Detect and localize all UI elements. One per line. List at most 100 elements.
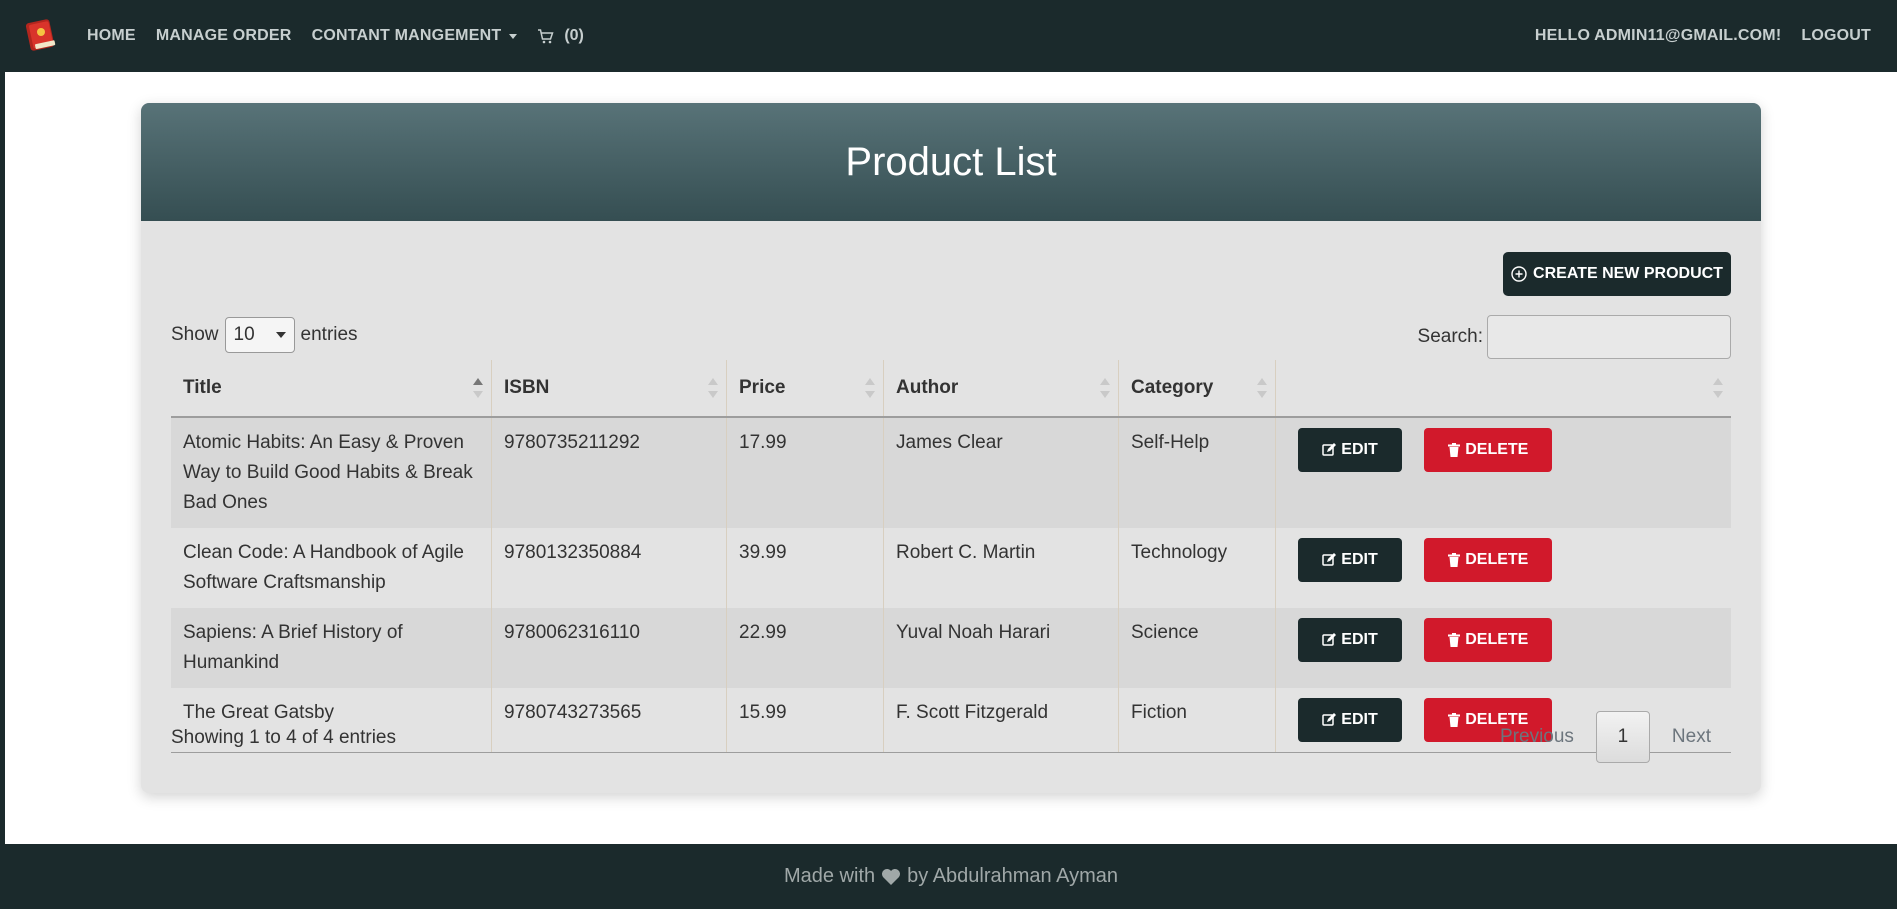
cell-isbn: 9780062316110 [491,608,727,688]
edit-button[interactable]: EDIT [1298,618,1402,662]
chevron-down-icon [509,33,518,39]
create-new-product-label: CREATE NEW PRODUCT [1533,265,1723,282]
column-header-label: Category [1131,377,1214,398]
edit-icon [1322,443,1337,456]
column-header-label: Price [739,377,786,398]
nav-manage-order[interactable]: MANAGE ORDER [156,27,292,45]
trash-icon [1448,633,1461,647]
delete-button[interactable]: DELETE [1424,538,1553,582]
previous-page-button[interactable]: Previous [1500,726,1574,748]
entries-label: entries [300,324,358,345]
product-list-card: Product List CREATE NEW PRODUCT Show 10 … [141,103,1761,793]
entries-select-value: 10 [233,324,255,345]
next-page-button[interactable]: Next [1672,726,1711,748]
chevron-down-icon [275,332,286,338]
sort-icon [1100,378,1110,398]
cell-price: 39.99 [726,528,884,608]
cell-title: Sapiens: A Brief History of Humankind [171,608,492,688]
column-header-label: Author [896,377,959,398]
column-header-author[interactable]: Author [883,360,1119,418]
sort-icon [1257,378,1267,398]
cell-category: Fiction [1118,688,1276,753]
cell-actions: EDIT DELETE [1275,608,1731,688]
table-row: Atomic Habits: An Easy & Proven Way to B… [171,417,1731,528]
column-header-label: ISBN [504,377,550,398]
delete-label: DELETE [1465,631,1529,648]
entries-length-control: Show 10 entries [171,317,358,353]
sort-icon [708,378,718,398]
edit-label: EDIT [1341,551,1378,568]
cell-price: 22.99 [726,608,884,688]
trash-icon [1448,443,1461,457]
cell-actions: EDIT DELETE [1275,528,1731,608]
nav-right: HELLO ADMIN11@GMAIL.COM! LOGOUT [1515,27,1897,45]
cell-category: Science [1118,608,1276,688]
edit-icon [1322,553,1337,566]
edit-label: EDIT [1341,441,1378,458]
footer: Made with by Abdulrahman Ayman [5,844,1897,909]
delete-button[interactable]: DELETE [1424,428,1553,472]
book-icon[interactable] [21,16,61,56]
table-row: Clean Code: A Handbook of Agile Software… [171,528,1731,608]
sort-icon [1713,378,1723,398]
cell-author: F. Scott Fitzgerald [883,688,1119,753]
table-header-row: Title ISBN Price Author Category [171,360,1731,418]
delete-label: DELETE [1465,441,1529,458]
cell-actions: EDIT DELETE [1275,417,1731,528]
column-header-price[interactable]: Price [726,360,884,418]
column-header-title[interactable]: Title [171,360,492,418]
product-table: Title ISBN Price Author Category Atomic … [171,360,1731,753]
cart-icon [538,28,554,43]
show-label: Show [171,324,219,345]
logout-link[interactable]: LOGOUT [1801,27,1871,45]
table-row: The Great Gatsby 9780743273565 15.99 F. … [171,688,1731,753]
column-header-category[interactable]: Category [1118,360,1276,418]
create-new-product-button[interactable]: CREATE NEW PRODUCT [1503,252,1731,296]
edit-icon [1322,713,1337,726]
cell-title: Clean Code: A Handbook of Agile Software… [171,528,492,608]
card-header: Product List [141,103,1761,221]
search-control: Search: [1418,315,1731,359]
page-1-button[interactable]: 1 [1595,711,1650,763]
cell-category: Technology [1118,528,1276,608]
search-input[interactable] [1487,315,1731,359]
edit-button[interactable]: EDIT [1298,428,1402,472]
cell-category: Self-Help [1118,417,1276,528]
cell-title: Atomic Habits: An Easy & Proven Way to B… [171,417,492,528]
edit-button[interactable]: EDIT [1298,538,1402,582]
cell-price: 17.99 [726,417,884,528]
page-title: Product List [845,139,1057,184]
sort-icon [473,378,483,398]
search-label: Search: [1417,326,1483,347]
sort-icon [865,378,875,398]
cell-price: 15.99 [726,688,884,753]
table-row: Sapiens: A Brief History of Humankind 97… [171,608,1731,688]
cell-isbn: 9780743273565 [491,688,727,753]
edit-button[interactable]: EDIT [1298,698,1402,742]
nav-content-management-dropdown[interactable]: CONTANT MANGEMENT [312,27,518,45]
column-header-actions[interactable] [1275,360,1731,418]
column-header-isbn[interactable]: ISBN [491,360,727,418]
heart-icon [882,868,901,885]
delete-button[interactable]: DELETE [1424,618,1553,662]
edit-icon [1322,633,1337,646]
user-greeting[interactable]: HELLO ADMIN11@GMAIL.COM! [1535,27,1781,45]
trash-icon [1448,553,1461,567]
entries-select[interactable]: 10 [224,317,295,353]
footer-text-after: by Abdulrahman Ayman [907,865,1119,887]
column-header-label: Title [183,377,222,398]
pagination: Previous 1 Next [1500,711,1731,763]
navbar: HOME MANAGE ORDER CONTANT MANGEMENT (0) … [5,0,1897,72]
trash-icon [1448,713,1461,727]
plus-circle-icon [1511,266,1527,282]
cell-isbn: 9780735211292 [491,417,727,528]
cart-link[interactable]: (0) [537,27,584,45]
footer-text-before: Made with [783,865,876,887]
edit-label: EDIT [1341,711,1378,728]
cell-author: James Clear [883,417,1119,528]
table-info: Showing 1 to 4 of 4 entries [171,727,396,748]
cart-count: (0) [564,27,584,44]
cell-isbn: 9780132350884 [491,528,727,608]
nav-home[interactable]: HOME [87,27,136,45]
cell-author: Yuval Noah Harari [883,608,1119,688]
